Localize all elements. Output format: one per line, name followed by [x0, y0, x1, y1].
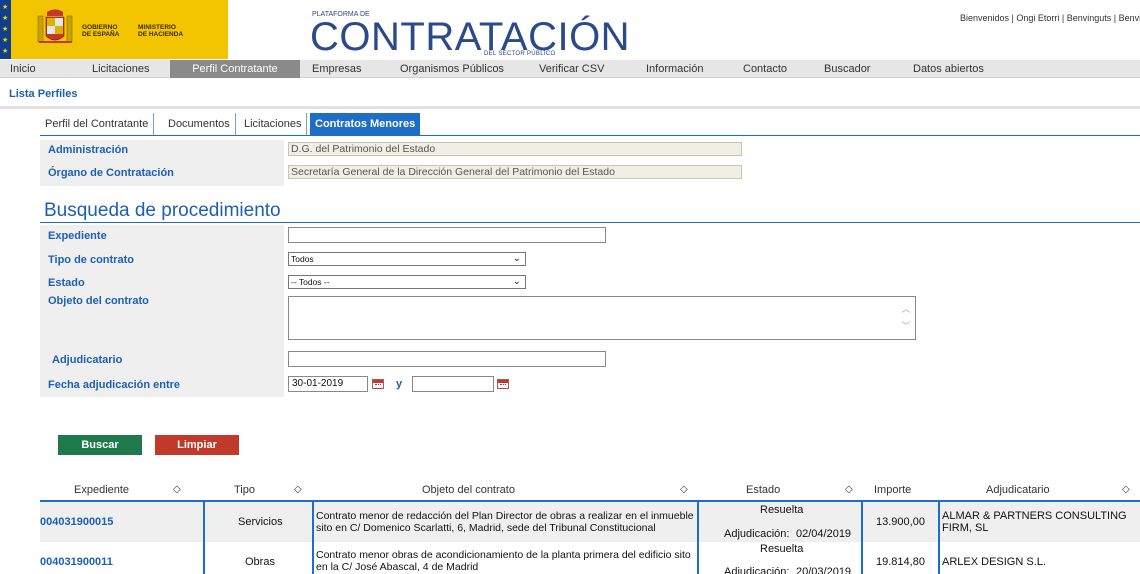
- adjudicatario-input[interactable]: [288, 351, 606, 367]
- nav-item-inicio[interactable]: Inicio: [4, 60, 42, 78]
- column-divider: [203, 502, 205, 574]
- divider: [0, 106, 1140, 109]
- row-objeto: Contrato menor de redacción del Plan Dir…: [316, 510, 694, 534]
- row-estado: Resuelta: [760, 504, 804, 516]
- language-welcome-links[interactable]: Bienvenidos | Ongi Etorri | Benvinguts |…: [960, 13, 1140, 23]
- sort-adjudicatario-icon[interactable]: ◇: [1122, 481, 1130, 499]
- scroll-down-icon[interactable]: ﹀: [901, 318, 911, 335]
- buscar-button[interactable]: Buscar: [58, 435, 142, 455]
- tab-documentos[interactable]: Documentos: [163, 113, 236, 135]
- row-tipo: Servicios: [238, 516, 283, 528]
- spain-coat-of-arms-icon: [37, 9, 73, 43]
- chevron-down-icon: ⌄: [512, 276, 521, 287]
- calendar-icon[interactable]: [497, 379, 509, 389]
- administracion-label: Administración: [48, 144, 129, 156]
- nav-item-contacto[interactable]: Contacto: [737, 60, 793, 78]
- nav-item-perfil-contratante[interactable]: Perfil Contratante: [170, 60, 300, 78]
- column-divider: [697, 502, 699, 574]
- platform-logo-title[interactable]: CONTRATACIÓN: [310, 17, 630, 57]
- gov-line-2: de España: [82, 31, 120, 38]
- section-underline: [40, 222, 1140, 223]
- row-adjudicacion-label: Adjudicación:: [724, 566, 790, 574]
- row-adjudicatario: ALMAR & PARTNERS CONSULTING FIRM, SL: [942, 510, 1127, 534]
- objeto-contrato-textarea[interactable]: ︿ ﹀: [288, 296, 916, 340]
- fecha-adjudicacion-label: Fecha adjudicación entre: [48, 379, 181, 391]
- organo-contratacion-value: Secretaría General de la Dirección Gener…: [288, 165, 742, 179]
- row-adjudicacion-label: Adjudicación:: [724, 528, 790, 540]
- estado-select[interactable]: -- Todos -- ⌄: [288, 275, 526, 289]
- nav-item-empresas[interactable]: Empresas: [306, 60, 368, 78]
- main-nav: Inicio Licitaciones Perfil Contratante E…: [0, 60, 1140, 78]
- sort-objeto-icon[interactable]: ◇: [680, 481, 688, 499]
- row-importe: 13.900,00: [876, 516, 925, 528]
- nav-item-informacion[interactable]: Información: [640, 60, 709, 78]
- column-divider: [861, 502, 863, 574]
- column-header-tipo[interactable]: Tipo: [234, 481, 255, 499]
- calendar-icon[interactable]: [372, 379, 384, 389]
- tipo-contrato-selected: Todos: [291, 254, 314, 264]
- ministry-name: Ministerio de Hacienda: [138, 24, 183, 38]
- organo-contratacion-label: Órgano de Contratación: [48, 167, 174, 179]
- nav-item-datos-abiertos[interactable]: Datos abiertos: [907, 60, 990, 78]
- estado-selected: -- Todos --: [291, 277, 330, 287]
- column-divider: [312, 502, 314, 574]
- row-adjudicacion-fecha: 20/03/2019: [796, 566, 852, 574]
- administracion-value: D.G. del Patrimonio del Estado: [288, 142, 742, 156]
- row-adjudicatario: ARLEX DESIGN S.L.: [942, 556, 1046, 568]
- expediente-input[interactable]: [288, 227, 606, 243]
- nav-item-verificar-csv[interactable]: Verificar CSV: [533, 60, 610, 78]
- tab-perfil-del-contratante[interactable]: Perfil del Contratante: [40, 113, 155, 135]
- nav-item-organismos-publicos[interactable]: Organismos Públicos: [394, 60, 510, 78]
- limpiar-button[interactable]: Limpiar: [155, 435, 239, 455]
- fecha-and-label: y: [396, 378, 403, 390]
- tipo-contrato-label: Tipo de contrato: [48, 254, 134, 266]
- tipo-contrato-select[interactable]: Todos ⌄: [288, 252, 526, 266]
- gov-line-1: Gobierno: [82, 24, 118, 31]
- column-header-importe[interactable]: Importe: [874, 481, 911, 499]
- objeto-contrato-label: Objeto del contrato: [48, 295, 149, 307]
- row-estado: Resuelta: [760, 543, 804, 555]
- tab-contratos-menores[interactable]: Contratos Menores: [310, 113, 421, 135]
- scroll-up-icon[interactable]: ︿: [901, 301, 911, 318]
- column-divider: [938, 502, 940, 574]
- tab-licitaciones[interactable]: Licitaciones: [239, 113, 308, 135]
- tab-underline: [40, 135, 1140, 136]
- row-tipo: Obras: [245, 556, 275, 568]
- estado-label: Estado: [48, 277, 85, 289]
- government-name: Gobierno de España: [82, 24, 119, 38]
- search-section-title: Busqueda de procedimiento: [44, 200, 281, 221]
- site-header: ★ ★ ★ ★ ★ Gobierno de España Ministerio de H…: [0, 0, 1140, 60]
- adjudicatario-label: Adjudicatario: [52, 354, 123, 366]
- platform-subtitle: DEL SECTOR PÚBLICO: [484, 51, 556, 57]
- column-header-adjudicatario[interactable]: Adjudicatario: [986, 481, 1050, 499]
- row-expediente-link[interactable]: 004031900015: [40, 516, 113, 528]
- row-objeto: Contrato menor obras de acondicionamient…: [316, 549, 691, 573]
- nav-item-buscador[interactable]: Buscador: [818, 60, 876, 78]
- eu-flag-strip: ★ ★ ★ ★ ★: [0, 0, 11, 59]
- expediente-label: Expediente: [48, 230, 107, 242]
- government-logo[interactable]: ★ ★ ★ ★ ★ Gobierno de España Ministerio de H…: [0, 0, 228, 59]
- column-header-expediente[interactable]: Expediente: [74, 481, 129, 499]
- column-header-objeto[interactable]: Objeto del contrato: [422, 481, 515, 499]
- chevron-down-icon: ⌄: [512, 253, 521, 264]
- nav-item-licitaciones[interactable]: Licitaciones: [86, 60, 155, 78]
- sort-tipo-icon[interactable]: ◇: [294, 481, 302, 499]
- row-expediente-link[interactable]: 004031900011: [40, 556, 113, 568]
- row-adjudicacion-fecha: 02/04/2019: [796, 528, 852, 540]
- search-label-column: [40, 225, 284, 397]
- fecha-desde-input[interactable]: 30-01-2019: [288, 376, 368, 392]
- fecha-hasta-input[interactable]: [412, 376, 494, 392]
- column-header-estado[interactable]: Estado: [746, 481, 780, 499]
- textarea-scrollbar[interactable]: ︿ ﹀: [901, 301, 911, 335]
- ministry-line-1: Ministerio: [138, 24, 176, 31]
- sort-expediente-icon[interactable]: ◇: [173, 481, 181, 499]
- ministry-line-2: de Hacienda: [138, 31, 184, 38]
- row-importe: 19.814,80: [876, 556, 925, 568]
- breadcrumb-lista-perfiles[interactable]: Lista Perfiles: [9, 88, 77, 100]
- sort-estado-icon[interactable]: ◇: [845, 481, 853, 499]
